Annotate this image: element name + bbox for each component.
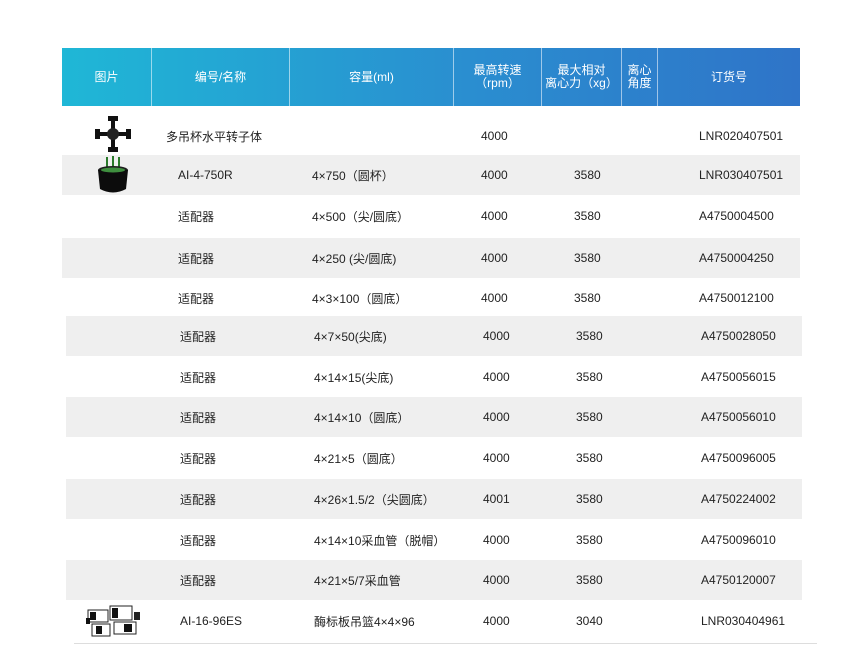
cell-rcf: 3580 (576, 573, 603, 587)
cell-capacity: 4×7×50(尖底) (314, 329, 387, 344)
header-order: 订货号 (710, 69, 747, 84)
table-row: 适配器 4×14×10（圆底） 4000 3580 A4750056010 (66, 397, 802, 437)
table-row: 适配器 4×14×15(尖底) 4000 3580 A4750056015 (66, 357, 802, 397)
cell-name: 适配器 (178, 251, 215, 266)
cell-speed: 4000 (481, 209, 508, 223)
cell-rcf: 3580 (576, 533, 603, 547)
cell-order: LNR020407501 (699, 129, 784, 143)
cell-name: 适配器 (180, 451, 217, 466)
table-row: AI-16-96ES 酶标板吊篮4×4×96 4000 3040 LNR03040496… (66, 601, 802, 641)
cell-speed: 4000 (483, 614, 510, 628)
cell-order: A4750120007 (701, 573, 776, 587)
cell-rcf: 3040 (576, 614, 603, 628)
header-name: 编号/名称 (152, 48, 290, 106)
cell-speed: 4000 (481, 168, 508, 182)
cell-speed: 4000 (483, 329, 510, 343)
table-row: 适配器 4×500（尖/圆底） 4000 3580 A4750004500 (62, 196, 800, 236)
table-row: 适配器 4×21×5（圆底） 4000 3580 A4750096005 (66, 438, 802, 478)
cell-capacity: 4×14×10（圆底） (314, 410, 410, 425)
round-bucket-icon (96, 156, 130, 196)
header-rcf: 最大相对 离心力（xg） (542, 48, 622, 106)
cell-rcf: 3580 (576, 329, 603, 343)
cell-name: 适配器 (180, 329, 217, 344)
cell-name: 适配器 (180, 370, 217, 385)
cell-rcf: 3580 (576, 410, 603, 424)
cell-capacity: 4×26×1.5/2（尖圆底） (314, 492, 435, 507)
cell-order: A4750056010 (701, 410, 776, 424)
cell-order: LNR030404961 (701, 614, 786, 628)
cell-capacity: 4×21×5（圆底） (314, 451, 403, 466)
cell-capacity: 4×21×5/7采血管 (314, 573, 401, 588)
cell-speed: 4000 (483, 370, 510, 384)
cell-speed: 4001 (483, 492, 510, 506)
table-row: AI-4-750R 4×750（圆杯） 4000 3580 LNR030407501 (62, 155, 800, 195)
cell-order: A4750028050 (701, 329, 776, 343)
cell-speed: 4000 (483, 451, 510, 465)
cell-order: LNR030407501 (699, 168, 784, 182)
table-row: 适配器 4×14×10采血管（脱帽） 4000 3580 A4750096010 (66, 520, 802, 560)
cell-name: AI-16-96ES (180, 614, 243, 628)
table-row: 适配器 4×26×1.5/2（尖圆底） 4001 3580 A4750224002 (66, 479, 802, 519)
table-row: 适配器 4×3×100（圆底） 4000 3580 A4750012100 (62, 278, 800, 318)
cell-rcf: 3580 (574, 209, 601, 223)
table-row: 多吊杯水平转子体 4000 LNR020407501 (62, 116, 800, 156)
cell-name: 适配器 (178, 209, 215, 224)
cell-speed: 4000 (481, 251, 508, 265)
cell-rcf: 3580 (576, 451, 603, 465)
table-row: 适配器 4×7×50(尖底) 4000 3580 A4750028050 (66, 316, 802, 356)
product-table: 图片 编号/名称 容量(ml) 最高转速 （rpm） 最大相对 离心力（xg） … (62, 48, 800, 106)
header-capacity: 容量(ml) (290, 48, 454, 106)
cell-name: AI-4-750R (178, 168, 233, 182)
cell-rcf: 3580 (574, 168, 601, 182)
cell-rcf: 3580 (576, 492, 603, 506)
cell-name: 适配器 (180, 573, 217, 588)
table-row: 适配器 4×21×5/7采血管 4000 3580 A4750120007 (66, 560, 802, 600)
cell-order: A4750004250 (699, 251, 774, 265)
cell-capacity: 4×250 (尖/圆底) (312, 251, 397, 266)
header-angle: 离心 角度 (622, 48, 658, 106)
table-bottom-border (74, 643, 817, 644)
cell-name: 适配器 (180, 410, 217, 425)
cell-speed: 4000 (483, 533, 510, 547)
cell-speed: 4000 (481, 129, 508, 143)
header-image: 图片 (62, 48, 152, 106)
cell-order: A4750012100 (699, 291, 774, 305)
table-row: 适配器 4×250 (尖/圆底) 4000 3580 A4750004250 (62, 238, 800, 278)
table-header: 图片 编号/名称 容量(ml) 最高转速 （rpm） 最大相对 离心力（xg） … (62, 48, 800, 106)
cell-speed: 4000 (483, 410, 510, 424)
cell-name: 适配器 (180, 533, 217, 548)
cell-capacity: 4×14×15(尖底) (314, 370, 394, 385)
header-speed: 最高转速 （rpm） (454, 48, 542, 106)
cell-order: A4750224002 (701, 492, 776, 506)
cell-name: 多吊杯水平转子体 (166, 129, 263, 144)
cell-speed: 4000 (481, 291, 508, 305)
cell-speed: 4000 (483, 573, 510, 587)
cell-order: A4750096005 (701, 451, 776, 465)
cell-order: A4750096010 (701, 533, 776, 547)
cell-capacity: 酶标板吊篮4×4×96 (314, 614, 415, 629)
cell-name: 适配器 (178, 291, 215, 306)
cell-rcf: 3580 (574, 291, 601, 305)
cell-rcf: 3580 (576, 370, 603, 384)
cell-order: A4750004500 (699, 209, 774, 223)
plate-carrier-icon (84, 600, 144, 640)
cell-rcf: 3580 (574, 251, 601, 265)
cell-capacity: 4×500（尖/圆底） (312, 209, 410, 224)
cell-order: A4750056015 (701, 370, 776, 384)
cell-capacity: 4×750（圆杯） (312, 168, 394, 183)
cross-rotor-icon (94, 115, 132, 153)
cell-name: 适配器 (180, 492, 217, 507)
cell-capacity: 4×3×100（圆底） (312, 291, 408, 306)
cell-capacity: 4×14×10采血管（脱帽） (314, 533, 446, 548)
